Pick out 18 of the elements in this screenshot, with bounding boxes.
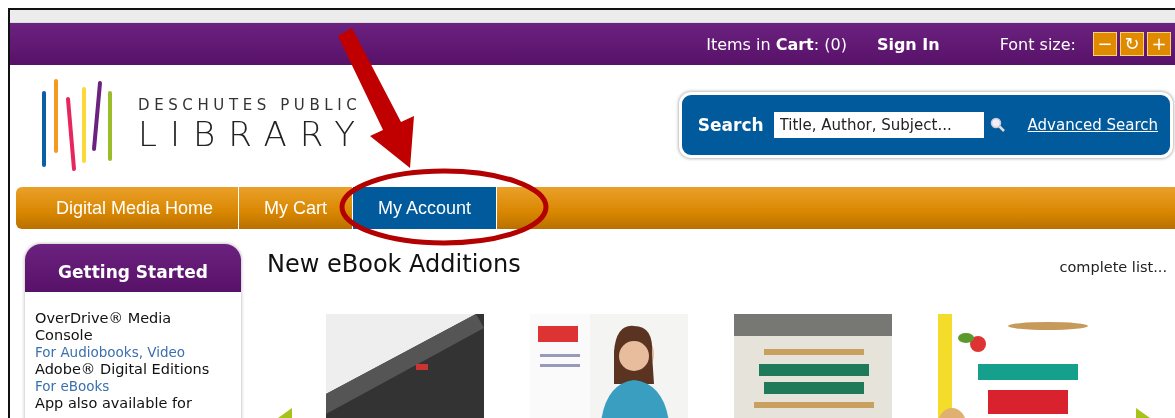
advanced-search-link[interactable]: Advanced Search: [1027, 116, 1158, 134]
app-note: For eBooks: [35, 378, 111, 395]
cart-status: Items in Cart: (0): [706, 34, 847, 54]
font-size-label: Font size:: [999, 34, 1076, 54]
complete-list-link[interactable]: complete list...: [1059, 259, 1167, 275]
sign-in-link[interactable]: Sign In: [876, 34, 940, 54]
search-icon[interactable]: [989, 117, 1006, 133]
search-field[interactable]: Title, Author, Subject...: [773, 112, 984, 138]
app-name[interactable]: OverDrive® Media Console: [35, 310, 231, 344]
logo-title: LIBRARY: [138, 114, 368, 154]
section-heading: New eBook Additions: [267, 250, 521, 278]
search-label: Search: [697, 115, 764, 135]
app-note: For Audiobooks, Video: [35, 344, 187, 361]
sidebar-title: Getting Started: [25, 244, 241, 292]
app-name[interactable]: App also available for: [35, 395, 231, 412]
nav-tab[interactable]: My Account: [353, 187, 498, 229]
logo-subtitle: DESCHUTES PUBLIC: [138, 96, 363, 114]
app-name[interactable]: Adobe® Digital Editions: [35, 361, 231, 378]
